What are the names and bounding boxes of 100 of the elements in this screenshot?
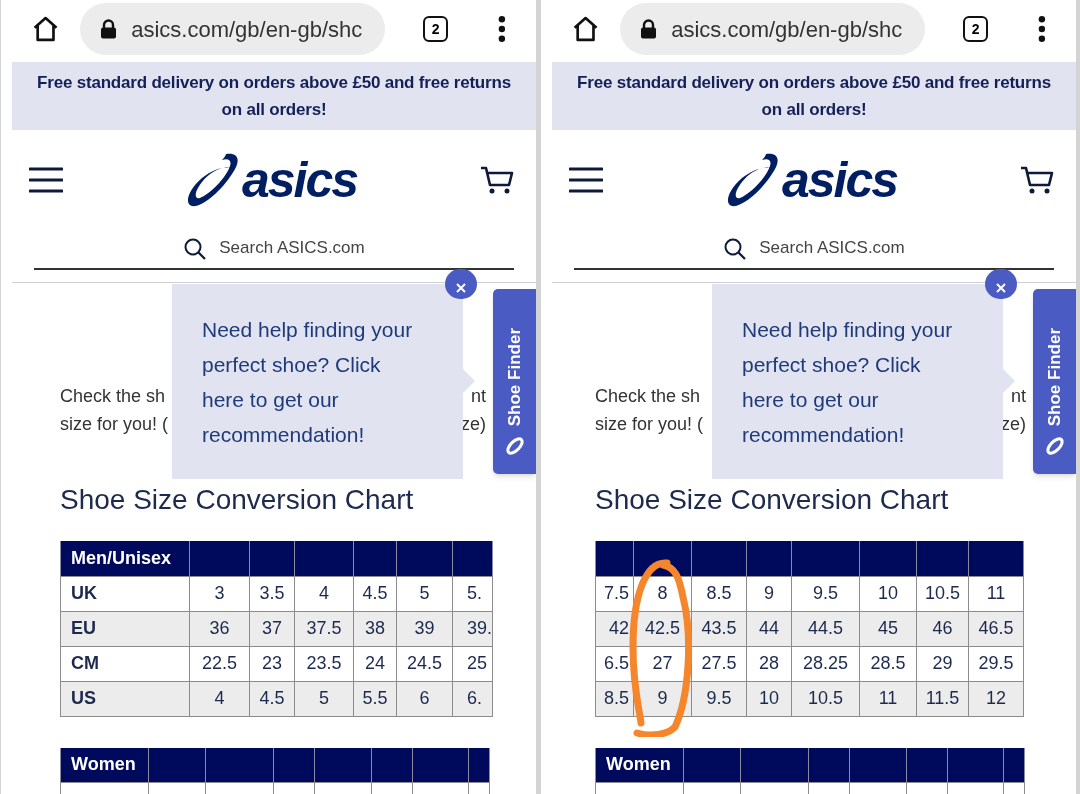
table-cell: UK: [60, 576, 190, 611]
table-header-cell: [906, 747, 948, 783]
tab-count-button[interactable]: 2: [422, 16, 449, 42]
table-cell: 4.5: [249, 681, 295, 716]
table-cell: 39.: [452, 611, 493, 646]
table-header-cell: [683, 747, 741, 783]
table-cell: 9.5: [791, 576, 860, 611]
search-icon: [723, 237, 748, 261]
page-heading: Shoe Size Conversion Chart: [595, 483, 950, 517]
help-popup[interactable]: Need help finding your perfect shoe? Click here to get our recommendation!: [712, 284, 1003, 479]
table-cell: 11: [968, 576, 1024, 611]
table-cell: 11.5: [916, 681, 969, 716]
table-cell: 25: [452, 646, 493, 681]
table-cell: 28.25: [791, 646, 860, 681]
table-cell: US: [60, 681, 190, 716]
close-button[interactable]: [985, 269, 1017, 299]
table-header-cell: [808, 747, 850, 783]
table-cell: 29.5: [968, 646, 1024, 681]
shoe-finder-tab[interactable]: Shoe Finder: [493, 289, 536, 474]
table-header-cell: [148, 747, 206, 783]
intro-text: ze): [461, 413, 486, 436]
table-cell: 28: [746, 646, 792, 681]
table-header-cell: [468, 747, 490, 783]
search-field[interactable]: Search ASICS.com: [574, 230, 1054, 270]
table-cell: 38: [353, 611, 397, 646]
table-header-cell: [294, 541, 354, 576]
table-cell: 28.5: [859, 646, 917, 681]
url-text: asics.com/gb/en-gb/shc: [671, 15, 903, 44]
table-cell: 5: [294, 681, 354, 716]
intro-text: nt: [471, 385, 486, 408]
table-cell: 43.5: [691, 611, 747, 646]
brand-logo[interactable]: asics: [185, 152, 358, 208]
shoe-finder-tab[interactable]: Shoe Finder: [1033, 289, 1076, 474]
table-cell: 23.5: [294, 646, 354, 681]
table-header-cell: [452, 541, 493, 576]
menu-icon[interactable]: [569, 167, 603, 193]
table-cell: 10: [746, 681, 792, 716]
more-icon[interactable]: [498, 15, 506, 43]
table-header-cell: [1003, 747, 1025, 783]
intro-text: nt: [1011, 385, 1026, 408]
intro-text: Check the sh: [60, 385, 167, 408]
url-text: asics.com/gb/en-gb/shc: [131, 15, 363, 44]
table-cell: 11: [859, 681, 917, 716]
table-header-cell: [273, 747, 315, 783]
intro-text: size for you! (: [60, 413, 169, 436]
table-cell: 46: [916, 611, 969, 646]
table-header-cell: [849, 747, 907, 783]
table-header-cell: [740, 747, 809, 783]
table-cell: 22.5: [189, 646, 250, 681]
brand-logo[interactable]: asics: [725, 152, 898, 208]
close-button[interactable]: [445, 269, 477, 299]
search-field[interactable]: Search ASICS.com: [34, 230, 514, 270]
table-cell: 46.5: [968, 611, 1024, 646]
table-header-cell: [412, 747, 469, 783]
table-header-cell: [371, 747, 413, 783]
table-cell: 6: [396, 681, 453, 716]
table-cell: 6.: [452, 681, 493, 716]
table-cell: 45: [859, 611, 917, 646]
table-cell: 23: [249, 646, 295, 681]
table-header-cell: Men/Unisex: [60, 541, 190, 576]
swoosh-icon: [1044, 436, 1065, 456]
search-icon: [183, 237, 208, 261]
close-icon: [996, 283, 1006, 293]
help-popup[interactable]: Need help finding your perfect shoe? Click here to get our recommendation!: [172, 284, 463, 479]
table-header-cell: [205, 747, 274, 783]
swoosh-icon: [504, 436, 525, 456]
url-bar[interactable]: asics.com/gb/en-gb/shc: [620, 3, 925, 55]
table-cell: 24: [353, 646, 397, 681]
table-cell: 9: [633, 681, 692, 716]
table-header-cell: [249, 541, 295, 576]
cart-icon[interactable]: [1020, 165, 1054, 195]
menu-icon[interactable]: [29, 167, 63, 193]
table-header-cell: [189, 541, 250, 576]
table-cell: 10: [859, 576, 917, 611]
table-cell: 7.5: [595, 576, 634, 611]
close-icon: [456, 283, 466, 293]
lock-icon: [640, 19, 658, 39]
swoosh-icon: [185, 152, 240, 208]
cart-icon[interactable]: [480, 165, 514, 195]
table-cell: 27.5: [691, 646, 747, 681]
table-header-cell: [314, 747, 372, 783]
tab-count-button[interactable]: 2: [962, 16, 989, 42]
table-cell: 5.5: [353, 681, 397, 716]
table-cell: 29: [916, 646, 969, 681]
table-header-cell: [396, 541, 453, 576]
table-cell: 4.5: [353, 576, 397, 611]
popup-text: Need help finding your perfect shoe? Click here to get our recommendation!: [742, 317, 954, 448]
table-cell: 3: [189, 576, 250, 611]
url-bar[interactable]: asics.com/gb/en-gb/shc: [80, 3, 385, 55]
table-cell: 8.5: [595, 681, 634, 716]
intro-text: ze): [1001, 413, 1026, 436]
table-cell: 10.5: [916, 576, 969, 611]
more-icon[interactable]: [1038, 15, 1046, 43]
table-header-cell: [353, 541, 397, 576]
popup-text: Need help finding your perfect shoe? Click here to get our recommendation!: [202, 317, 414, 448]
table-cell: 8.5: [691, 576, 747, 611]
table-cell: 5: [396, 576, 453, 611]
table-cell: 12: [968, 681, 1024, 716]
table-cell: 4: [294, 576, 354, 611]
promo-banner-text: Free standard delivery on orders above £50 and free returns on all orders!: [576, 72, 1052, 121]
